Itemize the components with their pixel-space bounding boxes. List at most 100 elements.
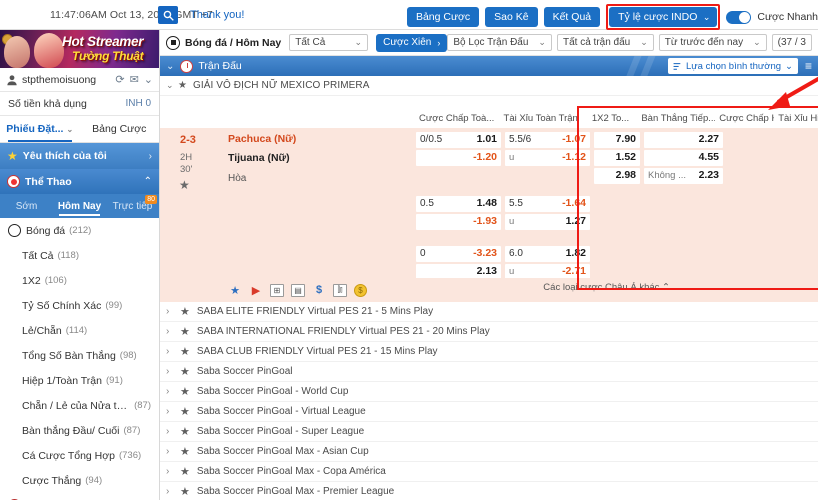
league-name: Saba Soccer PinGoal xyxy=(196,366,293,377)
section-header-matches[interactable]: ⌄ Trận Đấu Lựa chọn bình thường ⌄ ≡ xyxy=(160,56,818,76)
account-row[interactable]: stpthemoisuong ⟳ ✉ ⌄ xyxy=(0,68,159,92)
odds-type-button[interactable]: Tỷ lệ cược INDO ⌄ xyxy=(609,7,718,27)
live-clock-icon xyxy=(180,59,194,73)
sidebar-item-total-goals[interactable]: Tổng Số Bàn Thắng (98) xyxy=(0,343,159,368)
sidebar-item-mix-parlay[interactable]: Cá Cược Tổng Hợp (736) xyxy=(0,443,159,468)
ou-line-2: 5.5 xyxy=(509,198,523,209)
sidebar-item-half-oddeven[interactable]: Chẵn / Lẻ của Nửa trận/T... (87) xyxy=(0,393,159,418)
promo-banner[interactable]: Hot Streamer Tường Thuật xyxy=(0,30,159,68)
bonus-coin-icon[interactable]: $ xyxy=(354,283,367,297)
star-icon[interactable]: ★ xyxy=(180,465,190,478)
hamburger-menu-icon[interactable]: ≡ xyxy=(805,59,812,73)
star-icon[interactable]: ★ xyxy=(180,445,190,458)
sidebar-item-first-last-goal[interactable]: Bàn thắng Đầu/ Cuối (87) xyxy=(0,418,159,443)
list-item[interactable]: › ★ Saba Soccer PinGoal - World Cup xyxy=(160,382,818,402)
view-mode-select[interactable]: Lựa chọn bình thường ⌄ xyxy=(668,58,798,74)
stats-table-icon[interactable]: ▤ xyxy=(291,283,305,297)
play-video-icon[interactable]: ▶ xyxy=(249,284,263,297)
league-header-row[interactable]: ⌄ ★ GIẢI VÔ ĐỊCH NỮ MEXICO PRIMERA xyxy=(160,76,818,96)
list-item[interactable]: › ★ SABA ELITE FRIENDLY Virtual PES 21 - 5… xyxy=(160,302,818,322)
search-icon[interactable] xyxy=(158,6,178,24)
statement-button[interactable]: Sao Kê xyxy=(485,7,538,27)
sidebar-item-favorites[interactable]: ★ Yêu thích của tôi › xyxy=(0,143,159,169)
sidebar-item-correct-score[interactable]: Tỷ Số Chính Xác (99) xyxy=(0,293,159,318)
chevron-down-icon: ⌄ xyxy=(785,60,793,72)
market-select-value: Tất Cả xyxy=(295,37,326,48)
chevron-right-icon[interactable]: › xyxy=(166,426,177,437)
star-icon[interactable]: ★ xyxy=(180,365,190,378)
pitch-view-icon[interactable]: ⊞ xyxy=(270,283,284,297)
chevron-down-icon[interactable]: ⌄ xyxy=(144,73,153,86)
time-range-select[interactable]: Từ trước đến nay ⌄ xyxy=(658,34,767,51)
star-icon[interactable]: ★ xyxy=(180,305,190,318)
tab-early[interactable]: Sớm xyxy=(0,194,53,218)
parlay-button[interactable]: Cược Xiên › xyxy=(376,33,448,52)
tab-live[interactable]: Trực tiếp 80 xyxy=(106,194,159,218)
cashout-icon[interactable]: $ xyxy=(312,284,326,297)
chevron-right-icon[interactable]: › xyxy=(166,326,177,337)
soccer-ball-icon xyxy=(8,224,21,237)
favorites-label: Yêu thích của tôi xyxy=(22,150,107,162)
all-matches-select[interactable]: Tất cả trận đấu ⌄ xyxy=(556,34,654,51)
market-select[interactable]: Tất Cả ⌄ xyxy=(289,34,369,51)
star-icon[interactable]: ★ xyxy=(228,284,242,297)
asian-other-markets-label: Các loại cược Châu Á khác xyxy=(543,282,660,293)
chevron-right-icon[interactable]: › xyxy=(166,366,177,377)
star-icon[interactable]: ★ xyxy=(180,405,190,418)
results-button[interactable]: Kết Quả xyxy=(543,7,601,27)
chevron-right-icon[interactable]: › xyxy=(166,446,177,457)
star-icon[interactable]: ★ xyxy=(180,325,190,338)
sidebar-section-sports[interactable]: Thể Thao ⌃ xyxy=(0,169,159,194)
sidebar-item-half-fulltime[interactable]: Hiệp 1/Toàn Trận (91) xyxy=(0,368,159,393)
star-icon[interactable]: ★ xyxy=(179,178,190,192)
chevron-right-icon[interactable]: › xyxy=(166,306,177,317)
odds-column-ou-half: Tài Xỉu Hi xyxy=(778,112,818,124)
tab-bet-slip[interactable]: Phiếu Đặt... ⌄ xyxy=(0,116,80,142)
refresh-icon[interactable]: ⟳ xyxy=(115,73,124,86)
mail-icon[interactable]: ✉ xyxy=(130,73,139,86)
star-icon[interactable]: ★ xyxy=(180,385,190,398)
list-item[interactable]: › ★ SABA CLUB FRIENDLY Virtual PES 21 - 15… xyxy=(160,342,818,362)
star-icon[interactable]: ★ xyxy=(178,80,187,91)
chevron-down-icon[interactable]: ⌄ xyxy=(166,80,176,91)
list-item[interactable]: › ★ Saba Soccer PinGoal Max - Premier Leag… xyxy=(160,482,818,500)
list-item[interactable]: › ★ SABA INTERNATIONAL FRIENDLY Virtual PE… xyxy=(160,322,818,342)
list-item[interactable]: › ★ Saba Soccer PinGoal Max - Asian Cup xyxy=(160,442,818,462)
chevron-down-icon[interactable]: ⌄ xyxy=(166,61,174,72)
star-icon[interactable]: ★ xyxy=(180,485,190,498)
star-icon[interactable]: ★ xyxy=(180,425,190,438)
quick-bet-toggle[interactable] xyxy=(726,10,752,24)
star-icon[interactable]: ★ xyxy=(180,345,190,358)
sidebar-item-1x2[interactable]: 1X2 (106) xyxy=(0,268,159,293)
sidebar-item-count: (114) xyxy=(65,325,88,336)
sidebar-item-all[interactable]: Tất Cả (118) xyxy=(0,243,159,268)
statistics-bar-icon[interactable]: ⫿⫾ xyxy=(333,283,347,297)
sidebar-item-football[interactable]: Bóng đá (212) xyxy=(0,218,159,243)
chevron-right-icon[interactable]: › xyxy=(166,386,177,397)
list-item[interactable]: › ★ Saba Soccer PinGoal Max - Copa América xyxy=(160,462,818,482)
match-filter-value: Bộ Lọc Trận Đấu xyxy=(453,37,529,48)
handicap-away-odds-3: 2.13 xyxy=(476,265,497,277)
chevron-right-icon[interactable]: › xyxy=(166,486,177,497)
asian-other-markets-link[interactable]: Các loại cược Châu Á khác ⌃ xyxy=(543,282,670,293)
tab-today[interactable]: Hôm Nay xyxy=(53,194,106,218)
sidebar-item-odd-even[interactable]: Lẻ/Chẵn (114) xyxy=(0,318,159,343)
promo-subtitle: Tường Thuật xyxy=(72,49,144,63)
match-count-indicator[interactable]: (37 / 3 xyxy=(771,34,812,51)
bet-list-button[interactable]: Bảng Cược xyxy=(406,7,480,27)
away-team-name: Tijuana (Nữ) xyxy=(228,152,290,164)
list-item[interactable]: › ★ Saba Soccer PinGoal - Super League xyxy=(160,422,818,442)
sidebar-item-count: (106) xyxy=(44,275,67,286)
sidebar-item-label: Tỷ Số Chính Xác xyxy=(22,299,102,312)
list-item[interactable]: › ★ Saba Soccer PinGoal - Virtual League xyxy=(160,402,818,422)
sidebar-item-saba-football[interactable]: Bóng Đá Saba (29) xyxy=(0,493,159,500)
match-filter-select[interactable]: Bộ Lọc Trận Đấu ⌄ xyxy=(447,34,552,51)
sidebar-item-count: (118) xyxy=(57,250,79,261)
sidebar-item-count: (736) xyxy=(118,450,142,461)
chevron-right-icon[interactable]: › xyxy=(166,406,177,417)
list-item[interactable]: › ★ Saba Soccer PinGoal xyxy=(160,362,818,382)
tab-bet-list[interactable]: Bảng Cược xyxy=(80,116,160,142)
chevron-right-icon[interactable]: › xyxy=(166,466,177,477)
sidebar-item-outright[interactable]: Cược Thắng (94) xyxy=(0,468,159,493)
chevron-right-icon[interactable]: › xyxy=(166,346,177,357)
